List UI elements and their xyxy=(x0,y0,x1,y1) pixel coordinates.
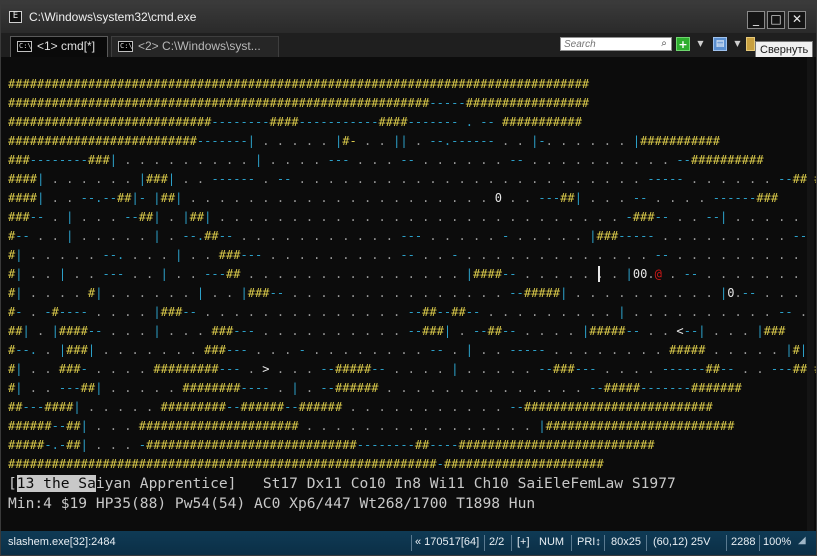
num-lock[interactable]: NUM xyxy=(539,536,564,548)
zoom-level[interactable]: 100% xyxy=(763,536,791,548)
process-name[interactable]: slashem.exe[32]:2484 xyxy=(8,536,116,548)
console-icon: C:\ xyxy=(118,41,133,52)
status-line-2: Min:4 $19 HP35(88) Pw54(54) AC0 Xp6/447 … xyxy=(8,495,536,512)
tab-label: <2> C:\Windows\syst... xyxy=(138,39,261,53)
console-app-icon[interactable]: E xyxy=(9,11,22,23)
cursor-position[interactable]: (60,12) 25V xyxy=(653,536,710,548)
tab-label: <1> cmd[*] xyxy=(37,39,96,53)
resize-grip-icon[interactable]: ◢ xyxy=(798,535,806,546)
minimize-button[interactable]: _ xyxy=(747,11,765,29)
console-icon: C:\ xyxy=(17,41,32,52)
console-scrollbar[interactable] xyxy=(807,57,814,531)
lock-icon[interactable] xyxy=(746,37,755,51)
tab-system32[interactable]: C:\ <2> C:\Windows\syst... xyxy=(111,36,279,57)
new-console-button[interactable]: + xyxy=(676,37,690,51)
console-window: E C:\Windows\system32\cmd.exe _ □ ✕ C:\ … xyxy=(0,0,817,556)
priority[interactable]: PRI↕ xyxy=(577,536,601,548)
dungeon-map: ########################################… xyxy=(8,77,816,471)
maximize-button[interactable]: □ xyxy=(767,11,785,29)
tab-cmd[interactable]: C:\ <1> cmd[*] xyxy=(10,36,108,57)
pane-index[interactable]: 2/2 xyxy=(489,536,504,548)
window-title: C:\Windows\system32\cmd.exe xyxy=(29,10,197,24)
console-area[interactable]: ########################################… xyxy=(1,57,816,531)
title-bar[interactable]: E C:\Windows\system32\cmd.exe _ □ ✕ xyxy=(1,1,816,33)
chevron-down-icon[interactable]: ▼ xyxy=(733,39,742,48)
tab-bar: C:\ <1> cmd[*] C:\ <2> C:\Windows\syst..… xyxy=(1,33,816,57)
process-id[interactable]: 2288 xyxy=(731,536,755,548)
insert-mode[interactable]: [+] xyxy=(517,536,530,548)
status-line-1: [13 the Saiyan Apprentice] St17 Dx11 Co1… xyxy=(8,475,676,492)
status-name-highlight: 13 the Sa xyxy=(16,475,96,492)
status-bar: slashem.exe[32]:2484 « 170517[64] 2/2 [+… xyxy=(1,531,816,555)
split-view-icon[interactable]: ▤ xyxy=(713,37,727,51)
text-cursor xyxy=(598,266,600,282)
search-input[interactable] xyxy=(560,37,672,51)
chevron-down-icon[interactable]: ▼ xyxy=(696,39,705,48)
buffer-position[interactable]: « 170517[64] xyxy=(415,536,479,548)
console-size[interactable]: 80x25 xyxy=(611,536,641,548)
close-button[interactable]: ✕ xyxy=(788,11,806,29)
search-icon[interactable]: ⌕ xyxy=(658,38,670,50)
